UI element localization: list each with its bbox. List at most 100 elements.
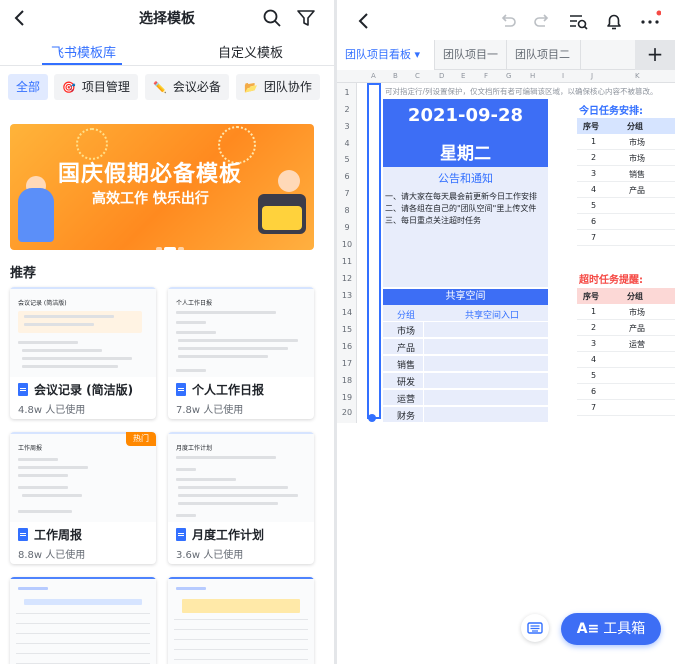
search-icon[interactable] bbox=[262, 8, 282, 28]
section-title-recommended: 推荐 bbox=[10, 266, 37, 281]
tab-feishu-library[interactable]: 飞书模板库 bbox=[0, 42, 167, 61]
add-sheet-button[interactable]: + bbox=[635, 40, 675, 70]
car-illustration-body bbox=[262, 206, 302, 230]
keyboard-icon bbox=[527, 622, 543, 634]
usage-count: 8.8w 人已使用 bbox=[18, 550, 86, 561]
table-row[interactable]: 5 bbox=[577, 368, 675, 384]
share-space-columns[interactable]: 分组 共享空间入口 bbox=[383, 305, 548, 321]
table-row[interactable]: 4 bbox=[577, 352, 675, 368]
table-row[interactable]: 1 市场 bbox=[577, 134, 675, 150]
page-title: 选择模板 bbox=[139, 11, 195, 27]
table-row[interactable]: 1 市场 bbox=[577, 304, 675, 320]
person-illustration bbox=[18, 188, 54, 242]
announcement-title: 公告和通知 bbox=[438, 172, 493, 185]
template-card[interactable] bbox=[10, 577, 156, 664]
picker-header: 选择模板 bbox=[0, 0, 334, 36]
template-card[interactable] bbox=[168, 577, 314, 664]
doc-icon bbox=[176, 528, 186, 541]
template-thumbnail: 会议记录 (简洁版) bbox=[10, 287, 156, 377]
template-title: 月度工作计划 bbox=[176, 526, 264, 543]
date-value: 2021-09-28 bbox=[407, 105, 524, 126]
doc-icon bbox=[176, 383, 186, 396]
table-row[interactable]: 3 销售 bbox=[577, 166, 675, 182]
template-title: 个人工作日报 bbox=[176, 381, 264, 398]
back-icon[interactable] bbox=[353, 10, 375, 32]
column-selection[interactable] bbox=[367, 83, 381, 419]
selection-handle[interactable] bbox=[368, 414, 376, 422]
table-row[interactable]: 6 bbox=[577, 384, 675, 400]
today-tasks-header: 序号 分组 bbox=[577, 118, 675, 134]
chip-project-management[interactable]: 🎯 项目管理 bbox=[54, 74, 138, 100]
target-icon: 🎯 bbox=[62, 81, 76, 94]
announcement-line: 一、请大家在每天晨会前更新今日工作安排 bbox=[385, 192, 537, 201]
share-row[interactable]: 产品 bbox=[383, 338, 548, 355]
announcement-cell[interactable]: 公告和通知 一、请大家在每天晨会前更新今日工作安排 二、请各组在自己的"团队空间… bbox=[383, 167, 548, 287]
doc-icon bbox=[18, 528, 28, 541]
tab-custom-templates[interactable]: 自定义模板 bbox=[167, 42, 334, 61]
template-picker-panel: 选择模板 飞书模板库 自定义模板 全部 🎯 项目管理 ✏️ 会议必备 📂 团队协… bbox=[0, 0, 334, 664]
usage-count: 4.8w 人已使用 bbox=[18, 405, 86, 416]
table-row[interactable]: 6 bbox=[577, 214, 675, 230]
doc-icon bbox=[18, 383, 28, 396]
template-title: 工作周报 bbox=[18, 526, 82, 543]
holiday-banner[interactable]: 国庆假期必备模板 高效工作 快乐出行 bbox=[10, 124, 314, 250]
table-row[interactable]: 2 市场 bbox=[577, 150, 675, 166]
announcement-line: 三、每日重点关注超时任务 bbox=[385, 216, 481, 225]
chip-team-collaboration[interactable]: 📂 团队协作 bbox=[236, 74, 320, 100]
share-row[interactable]: 财务 bbox=[383, 406, 548, 423]
table-row[interactable]: 2 产品 bbox=[577, 320, 675, 336]
template-card[interactable]: 工作周报 热门 工作周报 8.8w 人已使用 bbox=[10, 432, 156, 564]
template-source-tabs: 飞书模板库 自定义模板 bbox=[0, 36, 334, 66]
template-card[interactable]: 个人工作日报 个人工作日报 7.8w 人已使用 bbox=[168, 287, 314, 419]
overdue-tasks-header: 序号 分组 bbox=[577, 288, 675, 304]
redo-icon[interactable] bbox=[531, 10, 553, 32]
template-thumbnail bbox=[168, 577, 314, 664]
sheet-tabs: 团队项目看板 ▾ 团队项目一 团队项目二 + bbox=[337, 40, 675, 70]
carousel-dots[interactable] bbox=[156, 236, 186, 250]
sheet-editor-panel: 团队项目看板 ▾ 团队项目一 团队项目二 + A B C D E F G H I… bbox=[337, 0, 675, 664]
usage-count: 3.6w 人已使用 bbox=[176, 550, 244, 561]
column-headers: A B C D E F G H I J K bbox=[337, 70, 675, 83]
active-tab-indicator bbox=[42, 63, 122, 65]
overdue-tasks-title: 超时任务提醒: bbox=[579, 275, 643, 286]
toolbox-button[interactable]: A≡ 工具箱 bbox=[561, 613, 661, 645]
template-thumbnail: 月度工作计划 bbox=[168, 432, 314, 522]
banner-subtitle: 高效工作 快乐出行 bbox=[92, 191, 209, 207]
table-row[interactable]: 7 bbox=[577, 400, 675, 416]
share-space-header[interactable]: 共享空间 bbox=[383, 289, 548, 305]
template-card[interactable]: 会议记录 (简洁版) 会议记录 (简洁版) 4.8w 人已使用 bbox=[10, 287, 156, 419]
hot-badge: 热门 bbox=[126, 432, 156, 446]
template-card[interactable]: 月度工作计划 月度工作计划 3.6w 人已使用 bbox=[168, 432, 314, 564]
more-icon[interactable] bbox=[639, 10, 662, 32]
template-thumbnail: 个人工作日报 bbox=[168, 287, 314, 377]
find-icon[interactable] bbox=[567, 10, 589, 32]
table-row[interactable]: 3 运营 bbox=[577, 336, 675, 352]
table-row[interactable]: 5 bbox=[577, 198, 675, 214]
text-format-icon: A≡ bbox=[576, 621, 600, 637]
weekday-value: 星期二 bbox=[440, 144, 491, 164]
share-row[interactable]: 销售 bbox=[383, 355, 548, 372]
pencil-icon: ✏️ bbox=[153, 81, 167, 94]
protection-notice: 可对指定行/列设置保护，仅文档所有者可编辑该区域，以确保核心内容不被篡改。 bbox=[385, 87, 658, 96]
sheet-tab-team-board[interactable]: 团队项目看板 ▾ bbox=[337, 40, 435, 70]
chip-all[interactable]: 全部 bbox=[8, 74, 49, 100]
today-tasks-title: 今日任务安排: bbox=[579, 106, 643, 117]
template-thumbnail bbox=[10, 577, 156, 664]
person-illustration-head bbox=[278, 170, 300, 192]
undo-icon[interactable] bbox=[497, 10, 519, 32]
banner-title: 国庆假期必备模板 bbox=[58, 162, 243, 187]
filter-icon[interactable] bbox=[296, 8, 316, 28]
share-row[interactable]: 研发 bbox=[383, 372, 548, 389]
bell-icon[interactable] bbox=[603, 10, 625, 32]
chip-meeting[interactable]: ✏️ 会议必备 bbox=[145, 74, 229, 100]
table-row[interactable]: 4 产品 bbox=[577, 182, 675, 198]
table-row[interactable]: 7 bbox=[577, 230, 675, 246]
keyboard-button[interactable] bbox=[521, 614, 549, 642]
share-row[interactable]: 市场 bbox=[383, 321, 548, 338]
date-cell[interactable]: 2021-09-28 星期二 bbox=[383, 99, 548, 167]
sheet-toolbar bbox=[337, 0, 675, 40]
row-headers: 1 2 3 4 5 6 7 8 9 10 11 12 13 14 15 16 1… bbox=[337, 83, 357, 423]
sheet-tab-project-one[interactable]: 团队项目一 bbox=[435, 40, 507, 70]
sheet-tab-project-two[interactable]: 团队项目二 bbox=[507, 40, 581, 70]
share-row[interactable]: 运营 bbox=[383, 389, 548, 406]
